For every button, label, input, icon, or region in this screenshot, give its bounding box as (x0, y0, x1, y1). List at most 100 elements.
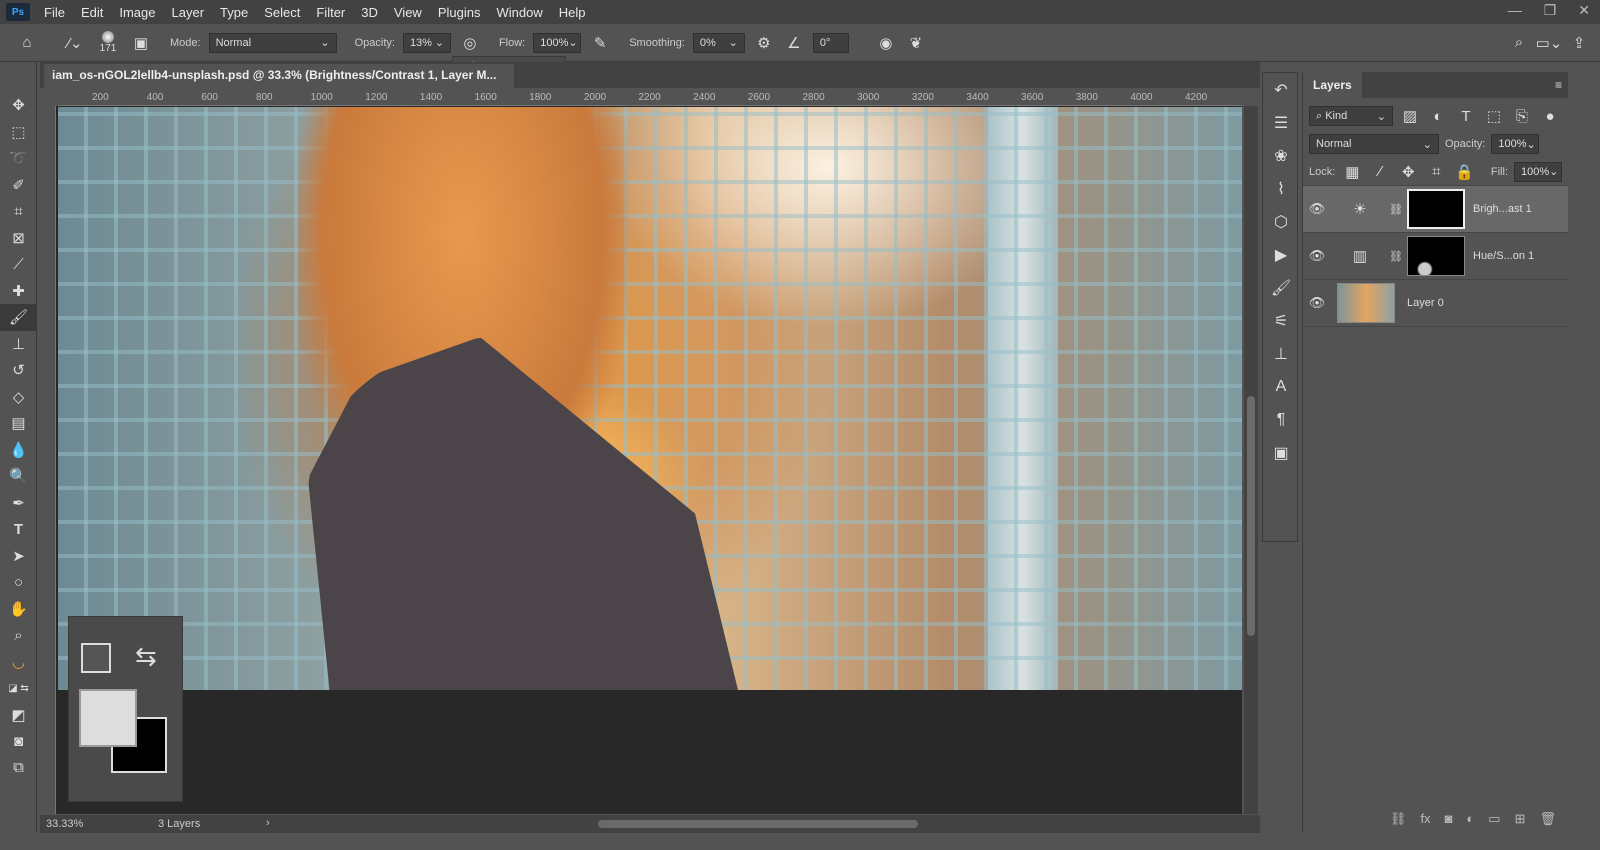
zoom-tool-icon[interactable]: ⌕ (0, 622, 37, 649)
link-layers-icon[interactable]: ⛓ (1390, 811, 1407, 827)
link-icon[interactable]: ⛓ (1389, 203, 1403, 216)
new-layer-icon[interactable]: ⊞ (1515, 811, 1526, 827)
layer-mask-thumbnail[interactable] (1407, 236, 1465, 276)
pressure-opacity-icon[interactable]: ◎ (459, 34, 481, 52)
link-icon[interactable]: ⛓ (1389, 250, 1403, 263)
layer-name[interactable]: Brigh...ast 1 (1473, 203, 1532, 215)
menu-file[interactable]: File (36, 5, 73, 20)
brush-tool-icon[interactable]: 🖌 (0, 304, 37, 331)
panel-menu-icon[interactable]: ≡ (1555, 78, 1562, 92)
document-info[interactable]: 3 Layers (158, 818, 200, 830)
minimize-icon[interactable]: — (1508, 2, 1522, 19)
brush-size-picker[interactable]: 171 (94, 31, 122, 54)
clone-source-icon[interactable]: ⊥ (1263, 337, 1299, 370)
paths-icon[interactable]: ⌇ (1263, 172, 1299, 205)
menu-help[interactable]: Help (551, 5, 594, 20)
filter-type-icon[interactable]: T (1455, 108, 1477, 125)
path-select-icon[interactable]: ➤ (0, 543, 37, 570)
adjustments-icon[interactable]: ☰ (1263, 106, 1299, 139)
horizontal-scrollbar[interactable] (290, 818, 1230, 830)
eye-icon[interactable]: 👁 (1303, 201, 1331, 217)
pen-tool-icon[interactable]: ✒ (0, 490, 37, 517)
menu-3d[interactable]: 3D (353, 5, 386, 20)
crop-tool-icon[interactable]: ⌗ (0, 198, 37, 225)
filter-toggle-icon[interactable]: ● (1539, 108, 1561, 125)
layer-row-brightness-contrast[interactable]: 👁 ☀ ⛓ Brigh...ast 1 (1303, 186, 1568, 233)
brushes-icon[interactable]: 🖌 (1263, 271, 1299, 304)
channels-icon[interactable]: ❀ (1263, 139, 1299, 172)
tab-layers[interactable]: Layers (1303, 72, 1362, 98)
workspace-icon[interactable]: ▭⌄ (1536, 34, 1563, 52)
brush-preset-icon[interactable]: ⁄⌄ (64, 34, 86, 52)
fx-icon[interactable]: fx (1420, 811, 1430, 827)
hand-tool-icon[interactable]: ✋ (0, 596, 37, 623)
delete-layer-icon[interactable]: 🗑 (1539, 811, 1556, 827)
share-icon[interactable]: ⇪ (1568, 34, 1590, 52)
edit-toolbar-icon[interactable]: ◡ (0, 649, 37, 676)
layer-thumbnail[interactable] (1337, 283, 1395, 323)
marquee-tool-icon[interactable]: ⬚ (0, 119, 37, 146)
eyedropper-tool-icon[interactable]: ⟋ (0, 251, 37, 278)
flow-input[interactable]: 100% ⌄ (533, 32, 582, 53)
history-icon[interactable]: ↶ (1263, 73, 1299, 106)
search-icon[interactable]: ⌕ (1508, 34, 1530, 51)
menu-window[interactable]: Window (488, 5, 550, 20)
symmetry-icon[interactable]: ❦ (905, 34, 927, 52)
actions-icon[interactable]: ▶ (1263, 238, 1299, 271)
menu-image[interactable]: Image (111, 5, 163, 20)
brush-settings-panel-icon[interactable]: ⚟ (1263, 304, 1299, 337)
lock-position-icon[interactable]: ✥ (1397, 163, 1419, 181)
layer-name[interactable]: Layer 0 (1407, 297, 1444, 309)
close-icon[interactable]: ✕ (1578, 2, 1590, 19)
menu-type[interactable]: Type (212, 5, 256, 20)
home-icon[interactable]: ⌂ (16, 34, 38, 51)
color-swatches-icon[interactable]: ◩ (0, 702, 37, 729)
ellipse-tool-icon[interactable]: ○ (0, 569, 37, 596)
lasso-tool-icon[interactable]: ➰ (0, 145, 37, 172)
stamp-tool-icon[interactable]: ⊥ (0, 331, 37, 358)
eye-icon[interactable]: 👁 (1303, 248, 1331, 264)
airbrush-icon[interactable]: ✎ (589, 34, 611, 52)
filter-shape-icon[interactable]: ⬚ (1483, 107, 1505, 125)
brush-settings-icon[interactable]: ▣ (130, 34, 152, 52)
3d-icon[interactable]: ⬡ (1263, 205, 1299, 238)
menu-edit[interactable]: Edit (73, 5, 111, 20)
lock-pixels-icon[interactable]: ⁄ (1369, 163, 1391, 180)
restore-icon[interactable]: ❐ (1544, 2, 1557, 19)
move-tool-icon[interactable]: ✥ (0, 92, 37, 119)
eye-icon[interactable]: 👁 (1303, 295, 1331, 311)
chevron-down-icon[interactable]: ⌄ (1549, 165, 1558, 178)
gear-icon[interactable]: ⚙ (753, 34, 775, 52)
layer-name[interactable]: Hue/S...on 1 (1473, 250, 1534, 262)
eraser-tool-icon[interactable]: ◇ (0, 384, 37, 411)
layer-filter-select[interactable]: ⌕ Kind ⌄ (1309, 106, 1393, 126)
healing-tool-icon[interactable]: ✚ (0, 278, 37, 305)
new-adjustment-icon[interactable]: ◐ (1466, 811, 1474, 827)
lock-all-icon[interactable]: 🔒 (1453, 163, 1475, 181)
chevron-down-icon[interactable]: ⌄ (568, 36, 577, 49)
pressure-size-icon[interactable]: ◉ (875, 34, 897, 52)
dodge-tool-icon[interactable]: 🔍 (0, 463, 37, 490)
chevron-down-icon[interactable]: ⌄ (435, 36, 444, 49)
swap-colors-icon[interactable]: ◪ ⇆ (0, 675, 37, 702)
mode-select[interactable]: Normal ⌄ (208, 32, 337, 53)
filter-pixel-icon[interactable]: ▨ (1399, 107, 1421, 125)
layer-opacity-input[interactable]: 100% ⌄ (1491, 134, 1540, 154)
screen-mode-icon[interactable]: ⧉ (0, 755, 37, 782)
document-tab[interactable]: iam_os-nGOL2lellb4-unsplash.psd @ 33.3% … (44, 64, 514, 88)
menu-layer[interactable]: Layer (164, 5, 213, 20)
filter-adjustment-icon[interactable]: ◐ (1427, 108, 1449, 125)
new-group-icon[interactable]: ▭ (1488, 811, 1500, 827)
default-colors-icon[interactable] (81, 643, 111, 673)
chevron-down-icon[interactable]: ⌄ (729, 36, 738, 49)
menu-plugins[interactable]: Plugins (430, 5, 489, 20)
document-image[interactable] (58, 107, 1242, 690)
foreground-color[interactable] (79, 689, 137, 747)
quick-mask-icon[interactable]: ◙ (0, 728, 37, 755)
fill-input[interactable]: 100% ⌄ (1514, 161, 1562, 182)
zoom-level[interactable]: 33.33% (46, 818, 83, 830)
menu-filter[interactable]: Filter (308, 5, 353, 20)
history-brush-icon[interactable]: ↺ (0, 357, 37, 384)
layer-row-layer-0[interactable]: 👁 Layer 0 (1303, 280, 1568, 327)
smoothing-input[interactable]: 0% ⌄ (692, 32, 745, 53)
